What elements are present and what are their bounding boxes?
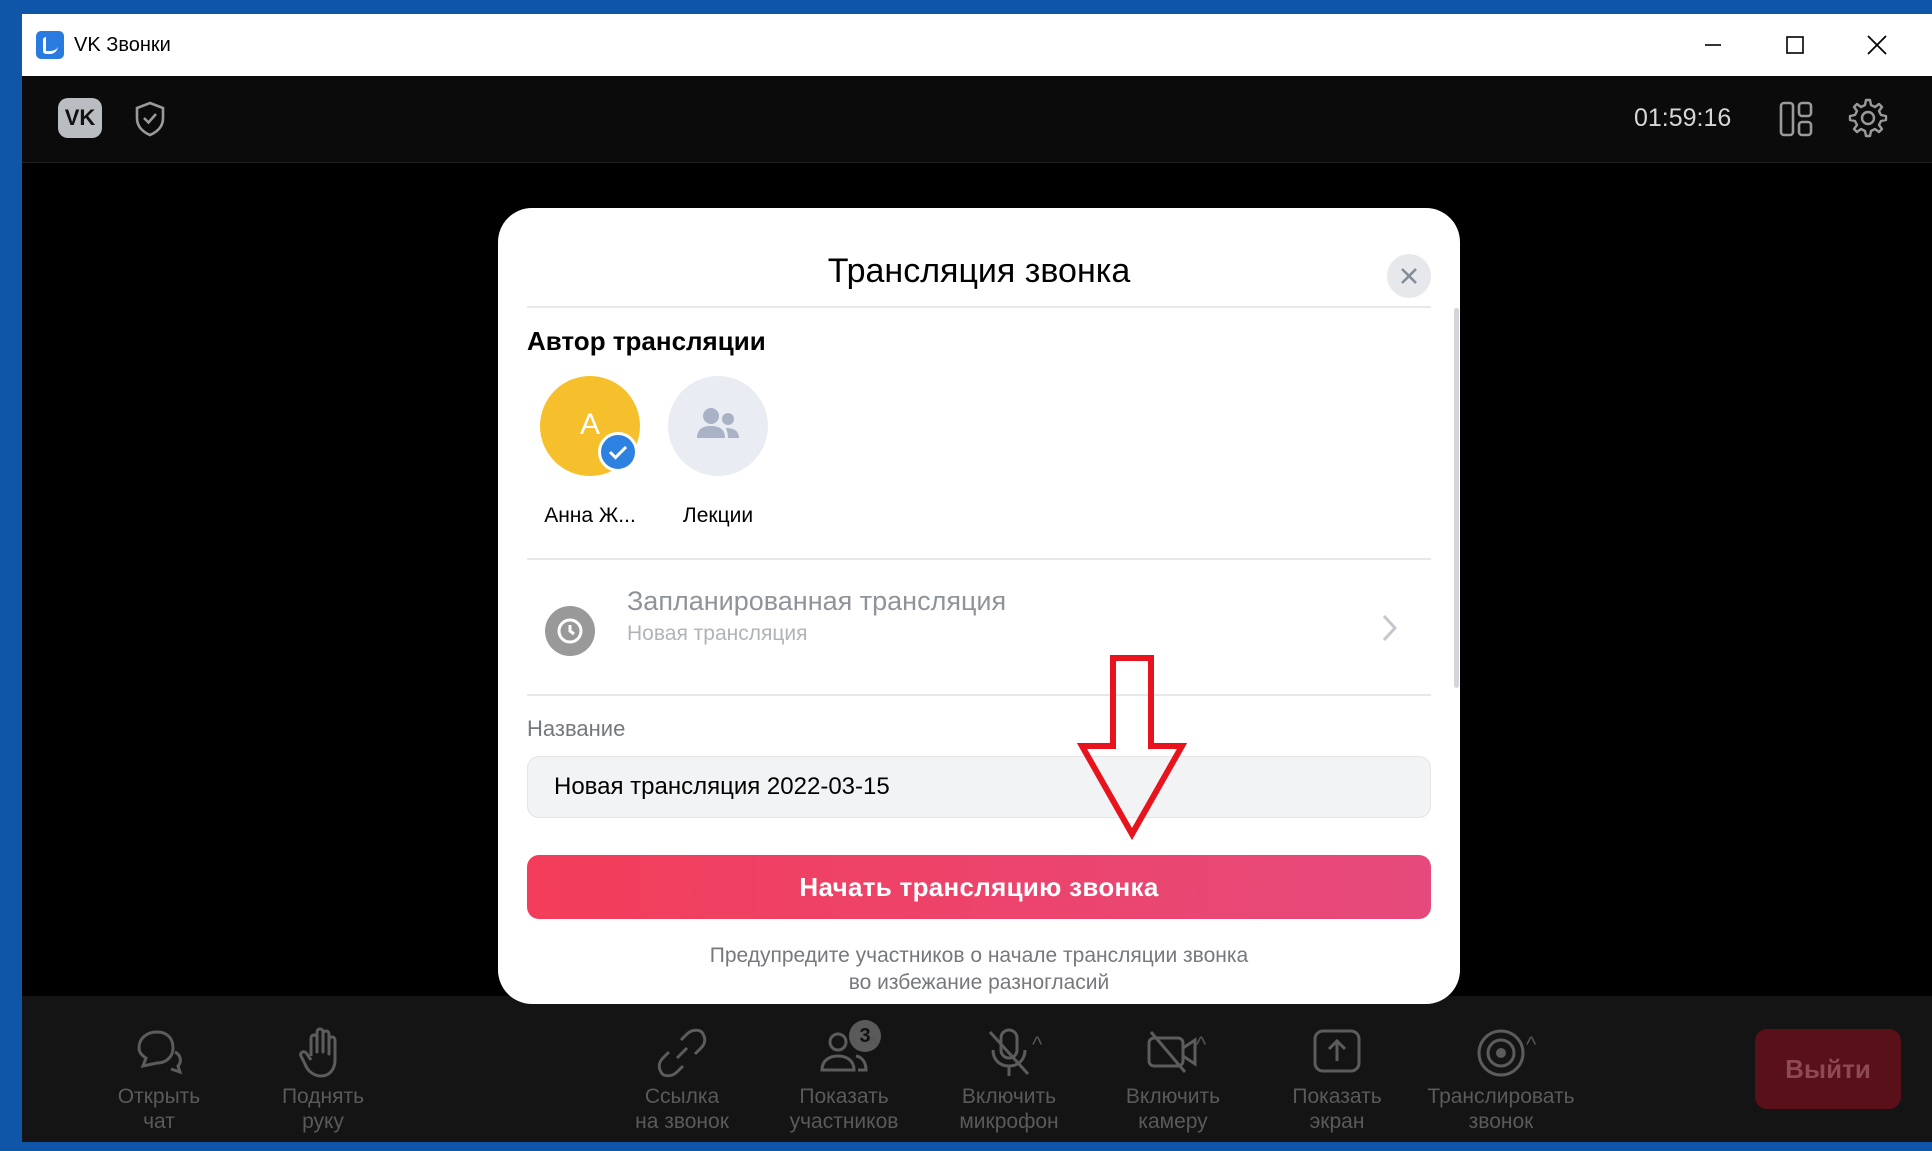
shield-icon[interactable] [132,100,168,138]
chevron-right-icon [1382,614,1398,642]
share-screen-label: Показать экран [1292,1085,1382,1133]
close-window-button[interactable] [1836,14,1918,76]
broadcast-name-value: Новая трансляция 2022-03-15 [554,773,890,800]
enable-microphone-button[interactable]: Включить микрофон [934,996,1084,1142]
dialog-scrollbar[interactable] [1454,308,1459,688]
window-title: VK Звонки [74,33,171,56]
author-avatar-lectures[interactable] [668,376,768,476]
author-section-title: Автор трансляции [527,326,766,356]
participants-chevron-up-icon[interactable]: ^ [868,1032,878,1058]
maximize-icon [1786,36,1804,54]
author-avatar-anna[interactable]: А [540,376,640,476]
raise-hand-label: Поднять руку [281,1085,365,1133]
call-link-button[interactable]: Ссылка на звонок [607,996,757,1142]
chat-icon [137,1030,183,1075]
microphone-chevron-up-icon[interactable]: ^ [1032,1032,1042,1058]
selected-check-icon [598,432,638,472]
show-participants-label: Показать участников [789,1085,899,1133]
minimize-icon [1705,44,1721,46]
raise-hand-button[interactable]: Поднять руку [248,996,398,1142]
broadcast-call-button[interactable]: Транслировать звонок [1426,996,1576,1142]
minimize-button[interactable] [1672,14,1754,76]
warning-line-2: во избежание разногласий [848,971,1110,994]
call-top-bar: VK 01:59:16 [22,76,1932,163]
name-field-label: Название [527,716,626,741]
annotation-arrow-icon [1076,655,1188,841]
title-bar: VK Звонки [22,14,1932,76]
close-dialog-button[interactable] [1387,254,1431,298]
gear-icon[interactable] [1848,98,1888,138]
open-chat-button[interactable]: Открыть чат [84,996,234,1142]
broadcast-chevron-up-icon[interactable]: ^ [1526,1032,1536,1058]
broadcast-dialog: Трансляция звонка Автор трансляции А Анн… [498,208,1460,1004]
broadcast-name-input[interactable]: Новая трансляция 2022-03-15 [527,756,1431,818]
microphone-off-icon [988,1028,1030,1076]
broadcast-call-label: Транслировать звонок [1427,1085,1575,1133]
vk-logo: VK [58,98,102,138]
warning-line-1: Предупредите участников о начале трансля… [709,944,1249,967]
hand-icon [299,1027,337,1078]
call-toolbar: Открыть чат Поднять руку Ссылка на звоно… [22,996,1932,1142]
group-icon [697,408,739,438]
warning-text: Предупредите участников о начале трансля… [498,942,1460,996]
call-link-label: Ссылка на звонок [635,1085,729,1133]
show-participants-button[interactable]: 3 Показать участников [769,996,919,1142]
layout-icon[interactable] [1778,100,1814,138]
author-name-anna: Анна Ж... [544,504,636,527]
share-screen-icon [1313,1029,1361,1073]
exit-button[interactable]: Выйти [1755,1029,1901,1109]
clock-icon [545,606,595,656]
scheduled-broadcast-title: Запланированная трансляция [627,586,1007,616]
share-screen-button[interactable]: Показать экран [1262,996,1412,1142]
dialog-title: Трансляция звонка [827,252,1131,290]
broadcast-icon [1477,1029,1525,1077]
enable-microphone-label: Включить микрофон [959,1085,1059,1133]
link-icon [657,1028,707,1078]
call-timer: 01:59:16 [1634,104,1732,132]
camera-off-icon [1147,1031,1197,1073]
app-window: VK Звонки VK 01:59:16 Открыть чат Поднят… [22,14,1932,1142]
header-divider [527,306,1431,308]
app-icon [36,31,64,59]
camera-chevron-up-icon[interactable]: ^ [1196,1032,1206,1058]
enable-camera-button[interactable]: Включить камеру [1098,996,1248,1142]
enable-camera-label: Включить камеру [1125,1085,1221,1133]
close-icon [1401,268,1417,284]
open-chat-label: Открыть чат [117,1085,201,1133]
close-icon [1867,35,1887,55]
start-broadcast-button[interactable]: Начать трансляцию звонка [527,855,1431,919]
maximize-button[interactable] [1754,14,1836,76]
section-divider [527,694,1431,696]
scheduled-broadcast-subtitle: Новая трансляция [627,622,808,645]
author-name-lectures: Лекции [682,504,754,527]
